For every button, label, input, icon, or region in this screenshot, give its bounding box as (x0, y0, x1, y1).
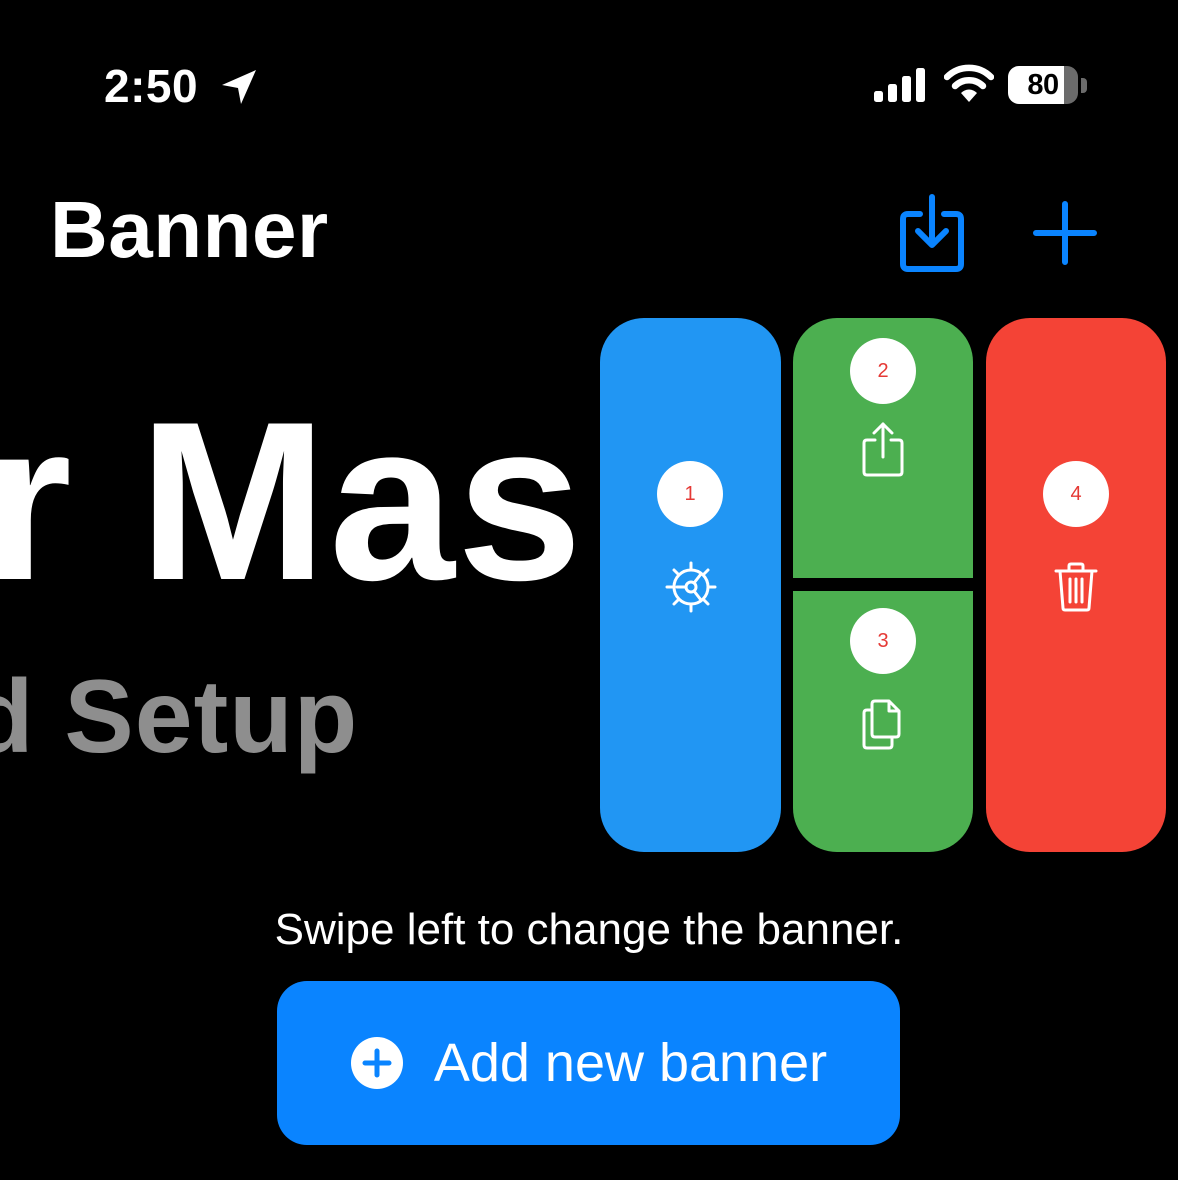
swipe-hint: Swipe left to change the banner. (274, 905, 904, 954)
share-action[interactable]: 2 (793, 318, 973, 578)
battery-percent: 80 (1027, 68, 1059, 101)
action-badge-2: 2 (850, 338, 916, 404)
trash-icon (1054, 562, 1098, 612)
copy-icon (862, 699, 901, 750)
add-new-banner-label: Add new banner (433, 1033, 828, 1093)
banner-main-text: r Mas (0, 374, 585, 627)
share-icon (862, 422, 904, 477)
gear-icon (665, 561, 717, 613)
location-arrow-icon (222, 70, 256, 104)
add-icon[interactable] (1032, 200, 1098, 266)
battery-nub (1081, 78, 1087, 93)
action-badge-4: 4 (1043, 461, 1109, 527)
add-new-banner-button[interactable]: Add new banner (277, 981, 900, 1145)
settings-action[interactable]: 1 (600, 318, 781, 852)
battery-indicator: 80 (1008, 66, 1078, 104)
import-icon[interactable] (898, 192, 966, 274)
plus-circle-icon (350, 1037, 403, 1089)
cellular-signal-icon (874, 68, 925, 102)
wifi-icon (944, 64, 994, 102)
action-badge-1: 1 (657, 461, 723, 527)
action-badge-3: 3 (850, 608, 916, 674)
status-time: 2:50 (104, 60, 199, 112)
duplicate-action[interactable]: 3 (793, 591, 973, 852)
banner-sub-text: d Setup (0, 659, 359, 775)
page-title: Banner (50, 185, 329, 274)
delete-action[interactable]: 4 (986, 318, 1166, 852)
